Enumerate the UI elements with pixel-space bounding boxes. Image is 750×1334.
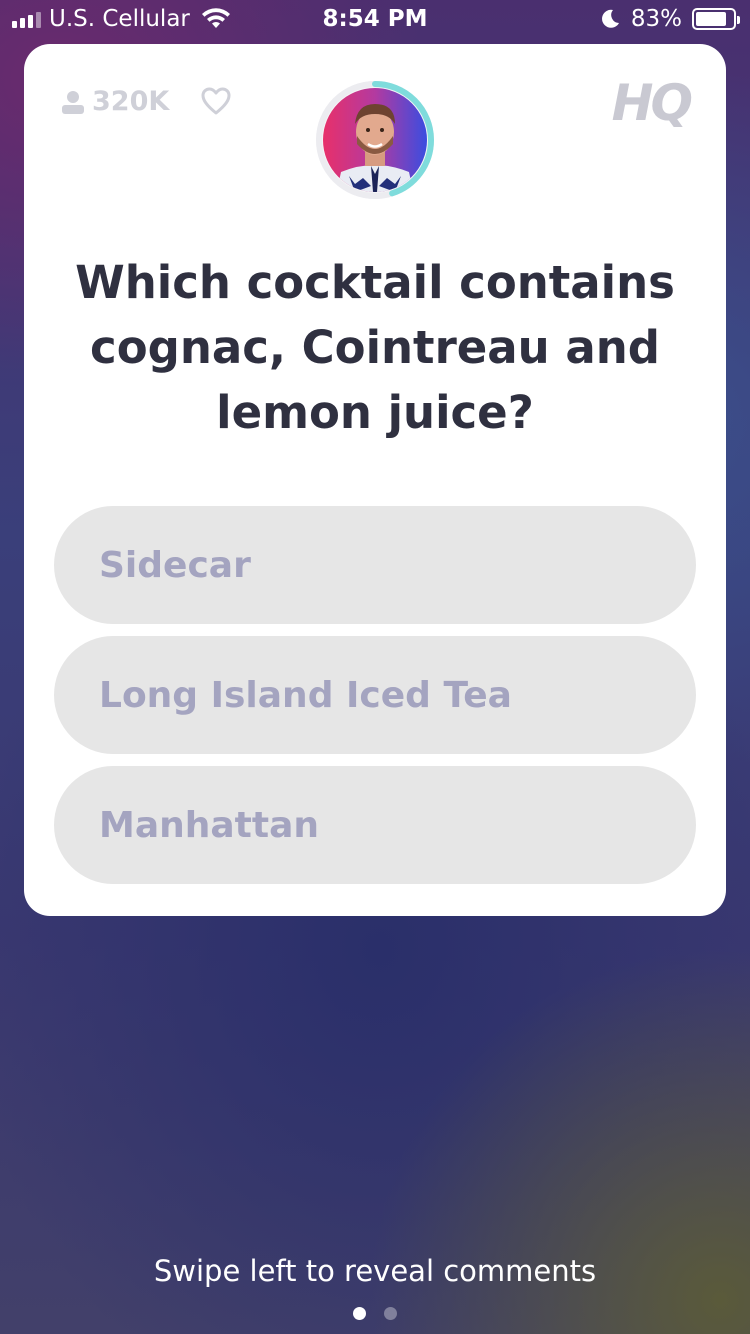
do-not-disturb-moon-icon [601,9,619,28]
page-indicator [0,1307,750,1320]
swipe-hint: Swipe left to reveal comments [153,1254,597,1288]
page-dot-2[interactable] [384,1307,397,1320]
question-text: Which cocktail contains cognac, Cointrea… [75,256,675,439]
host-avatar [315,80,435,200]
battery-percent: 83% [630,6,682,32]
viewer-count: 320K [60,86,169,117]
battery-icon [692,8,740,30]
page-dot-1[interactable] [353,1307,366,1320]
viewer-count-value: 320K [92,86,170,117]
person-icon [62,90,84,114]
answer-option-3[interactable]: Manhattan [54,766,696,884]
answer-option-2[interactable]: Long Island Iced Tea [54,636,696,754]
answer-option-label: Manhattan [99,804,320,846]
answer-option-label: Sidecar [99,544,251,586]
hq-logo: HQ [611,74,693,132]
heart-icon[interactable] [200,86,232,116]
question-card: 320K HQ Which cocktail contains cognac, … [24,44,726,916]
status-bar: U.S. Cellular 8:54 PM 83% [0,0,750,40]
host-avatar-graphic [316,81,434,199]
status-right: 83% [599,6,740,32]
answer-option-label: Long Island Iced Tea [99,674,512,716]
battery-fill [696,12,726,26]
answer-option-1[interactable]: Sidecar [54,506,696,624]
answer-options: Sidecar Long Island Iced Tea Manhattan [54,506,696,896]
